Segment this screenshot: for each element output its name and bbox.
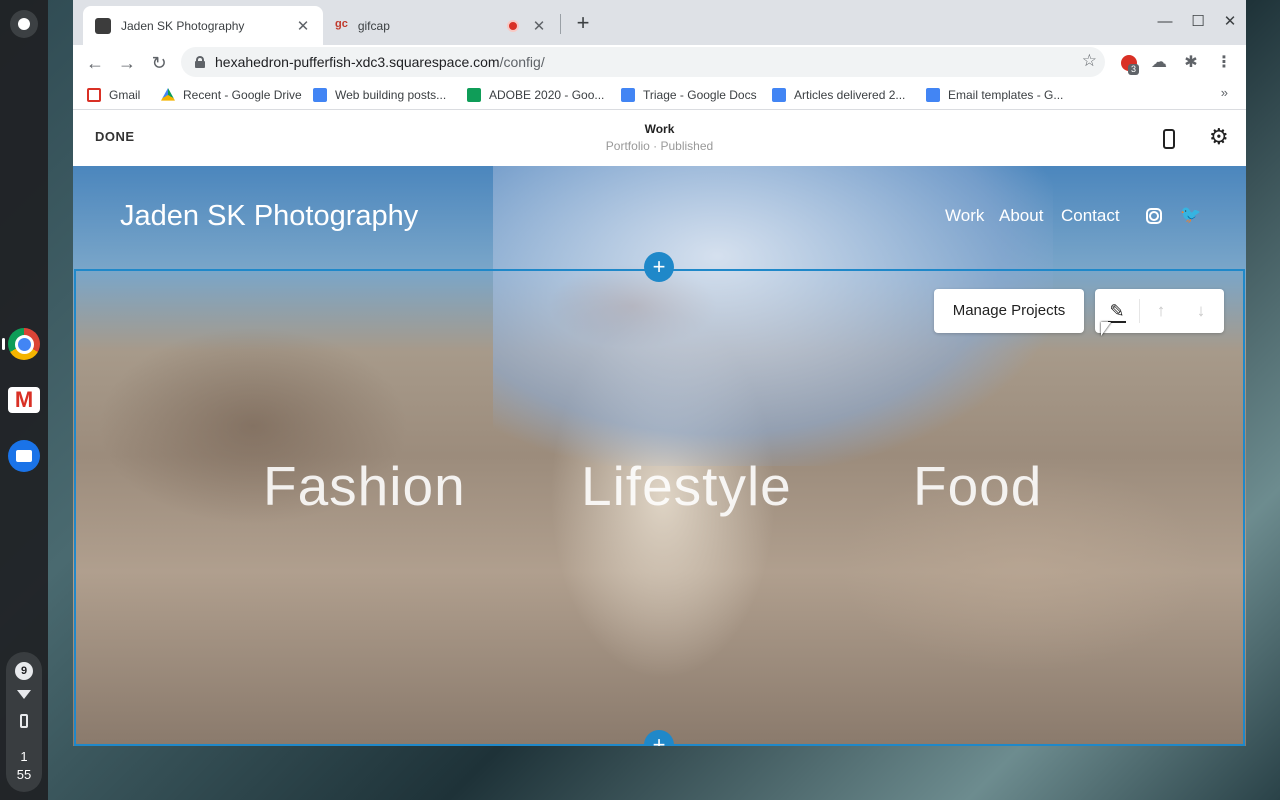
bookmark-gmail[interactable]: Gmail (87, 85, 140, 105)
move-up-icon[interactable]: ↑ (1149, 299, 1173, 323)
bookmark-web-building-posts[interactable]: Web building posts... (313, 85, 446, 105)
lock-icon[interactable] (195, 56, 205, 68)
reload-button[interactable]: ↻ (145, 49, 173, 77)
extensions-puzzle-icon[interactable]: ✱ (1178, 50, 1204, 76)
wifi-icon (17, 690, 31, 699)
section-toolbar: ✎ ↑ ↓ (1095, 289, 1224, 333)
bookmark-label: Gmail (109, 88, 141, 102)
squarespace-favicon-icon (95, 17, 111, 34)
doc-icon (621, 88, 635, 102)
doc-icon (313, 88, 327, 102)
mouse-cursor (1101, 322, 1111, 336)
tab-title: Jaden SK Photography (121, 18, 245, 33)
url-host: hexahedron-pufferfish-xdc3.squarespace.c… (215, 54, 500, 70)
files-app-icon[interactable] (8, 440, 40, 472)
bookmark-label: Web building posts... (335, 88, 447, 102)
site-preview: Jaden SK Photography Work About Contact … (73, 166, 1246, 746)
url-path: /config/ (499, 54, 545, 70)
page-title: Work (644, 122, 675, 136)
active-app-indicator (2, 338, 5, 350)
bookmark-articles-delivered[interactable]: Articles delivered 2... (772, 85, 905, 105)
battery-icon (20, 714, 28, 728)
site-title[interactable]: Jaden SK Photography (120, 200, 418, 233)
gifcap-favicon-icon: gc (335, 17, 348, 30)
close-icon[interactable]: ✕ (295, 17, 311, 35)
chrome-app-icon[interactable] (8, 328, 40, 360)
launcher-icon[interactable] (10, 10, 38, 38)
tab-divider (560, 14, 561, 34)
os-shelf: M 9 1 55 (0, 0, 48, 800)
tab-strip: Jaden SK Photography ✕ gc gifcap ✕ + — ☐… (73, 0, 1246, 45)
notification-count: 9 (15, 662, 33, 680)
bookmark-adobe-2020[interactable]: ADOBE 2020 - Goo... (467, 85, 604, 105)
bookmark-star-icon[interactable]: ☆ (1082, 51, 1097, 71)
clock: 1 55 (6, 748, 42, 784)
status-tray[interactable]: 9 1 55 (6, 652, 42, 792)
address-bar[interactable]: hexahedron-pufferfish-xdc3.squarespace.c… (181, 47, 1105, 77)
bookmark-label: Triage - Google Docs (643, 88, 757, 102)
close-icon[interactable]: ✕ (531, 17, 547, 35)
maximize-button[interactable]: ☐ (1182, 10, 1214, 34)
twitter-icon[interactable]: 🐦 (1180, 205, 1201, 225)
bookmark-label: Email templates - G... (948, 88, 1064, 102)
extension-badge: 3 (1128, 64, 1140, 75)
back-button[interactable]: ← (81, 49, 109, 77)
minimize-button[interactable]: — (1149, 10, 1181, 34)
bookmark-triage[interactable]: Triage - Google Docs (621, 85, 757, 105)
add-section-above-button[interactable]: + (644, 252, 674, 282)
bookmarks-overflow-button[interactable]: » (1221, 85, 1228, 100)
drive-icon (161, 88, 175, 101)
bookmark-label: ADOBE 2020 - Goo... (489, 88, 605, 102)
bookmark-email-templates[interactable]: Email templates - G... (926, 85, 1063, 105)
clock-minute: 55 (16, 767, 32, 782)
editor-header: DONE Work Portfolio · Published ⚙ (73, 110, 1246, 166)
gmail-app-icon[interactable]: M (8, 387, 40, 413)
bookmarks-bar: Gmail Recent - Google Drive Web building… (73, 81, 1246, 110)
gear-icon[interactable]: ⚙ (1209, 126, 1229, 148)
new-tab-button[interactable]: + (569, 10, 597, 38)
project-title-lifestyle[interactable]: Lifestyle (581, 454, 792, 518)
extension-cloud-icon[interactable]: ☁ (1146, 50, 1172, 76)
browser-window: Jaden SK Photography ✕ gc gifcap ✕ + — ☐… (73, 0, 1246, 746)
doc-icon (772, 88, 786, 102)
browser-toolbar: ← → ↻ hexahedron-pufferfish-xdc3.squares… (73, 45, 1246, 81)
project-title-food[interactable]: Food (913, 454, 1042, 518)
recording-icon (507, 19, 519, 32)
sheet-icon (467, 88, 481, 102)
nav-link-contact[interactable]: Contact (1061, 206, 1120, 226)
forward-button[interactable]: → (113, 49, 141, 77)
manage-projects-button[interactable]: Manage Projects (934, 289, 1084, 333)
tab-title: gifcap (357, 18, 390, 33)
instagram-icon[interactable] (1146, 208, 1162, 224)
browser-menu-icon[interactable]: ⋮ (1211, 50, 1237, 76)
nav-link-work[interactable]: Work (945, 206, 984, 226)
mobile-preview-icon[interactable] (1163, 129, 1175, 149)
move-down-icon[interactable]: ↓ (1189, 299, 1213, 323)
edit-pencil-icon[interactable]: ✎ (1105, 299, 1129, 323)
page-status: Portfolio · Published (605, 139, 714, 153)
window-close-button[interactable]: ✕ (1214, 10, 1246, 34)
bookmark-google-drive[interactable]: Recent - Google Drive (161, 85, 302, 105)
bookmark-label: Articles delivered 2... (794, 88, 906, 102)
toolbar-divider (1139, 299, 1140, 323)
clock-hour: 1 (20, 749, 28, 764)
doc-icon (926, 88, 940, 102)
extension-adblock-icon[interactable]: 3 (1116, 50, 1142, 76)
project-title-fashion[interactable]: Fashion (263, 454, 466, 518)
nav-link-about[interactable]: About (999, 206, 1043, 226)
gmail-icon (87, 88, 101, 102)
tab-jaden-sk-photography[interactable]: Jaden SK Photography ✕ (83, 6, 323, 45)
bookmark-label: Recent - Google Drive (183, 88, 302, 102)
tab-gifcap[interactable]: gc gifcap ✕ (323, 6, 559, 45)
